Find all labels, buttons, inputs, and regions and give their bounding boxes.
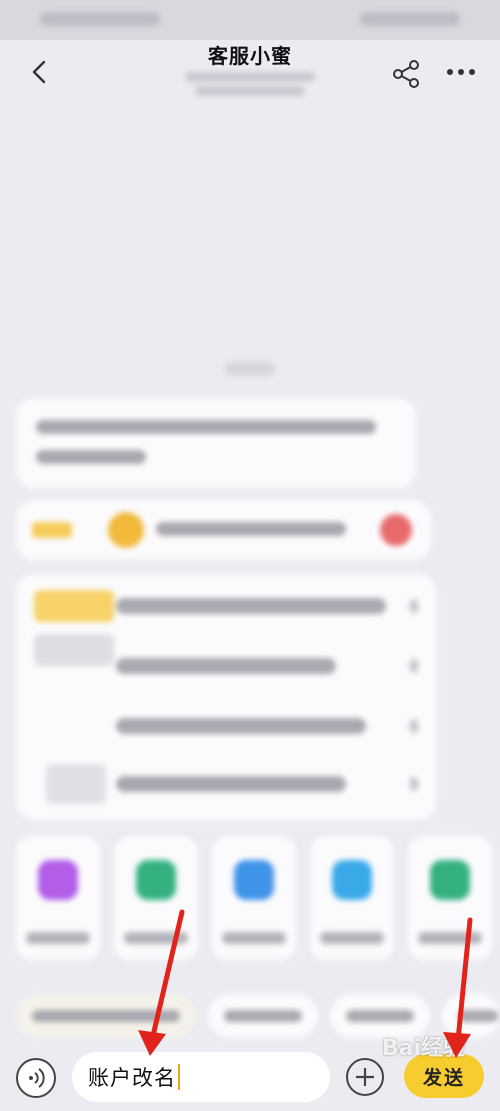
quick-tool[interactable] xyxy=(16,836,100,960)
faq-item[interactable] xyxy=(116,658,336,674)
faq-card-blurred xyxy=(16,574,436,820)
suggestion-chip[interactable] xyxy=(208,994,318,1038)
share-icon[interactable] xyxy=(390,58,422,90)
add-button[interactable] xyxy=(346,1058,384,1096)
chat-header: 客服小蜜 xyxy=(0,40,500,110)
plus-circle-icon xyxy=(356,1068,374,1086)
quick-tool[interactable] xyxy=(114,836,198,960)
message-timestamp-blurred xyxy=(225,362,275,376)
more-dots-icon[interactable] xyxy=(444,58,478,86)
quick-tools-row-blurred xyxy=(16,836,500,966)
faq-item[interactable] xyxy=(116,776,346,792)
quick-tool[interactable] xyxy=(408,836,492,960)
status-bar xyxy=(0,0,500,40)
suggestion-chip[interactable] xyxy=(16,994,196,1038)
voice-button[interactable] xyxy=(16,1058,56,1098)
text-caret xyxy=(178,1064,180,1090)
message-input[interactable]: 账户改名 xyxy=(72,1052,330,1102)
voice-wave-icon xyxy=(29,1068,45,1088)
greeting-message-blurred xyxy=(16,398,416,488)
page-title: 客服小蜜 xyxy=(208,44,292,68)
faq-item[interactable] xyxy=(116,718,366,734)
baidu-watermark: Bai经验 xyxy=(382,1030,465,1062)
promo-card-blurred[interactable] xyxy=(16,500,431,560)
watermark-text: Bai经验 xyxy=(382,1036,466,1061)
message-input-value: 账户改名 xyxy=(88,1066,176,1090)
quick-tool[interactable] xyxy=(212,836,296,960)
quick-tool[interactable] xyxy=(310,836,394,960)
faq-item[interactable] xyxy=(116,598,386,614)
subtitle-blurred xyxy=(180,68,320,104)
